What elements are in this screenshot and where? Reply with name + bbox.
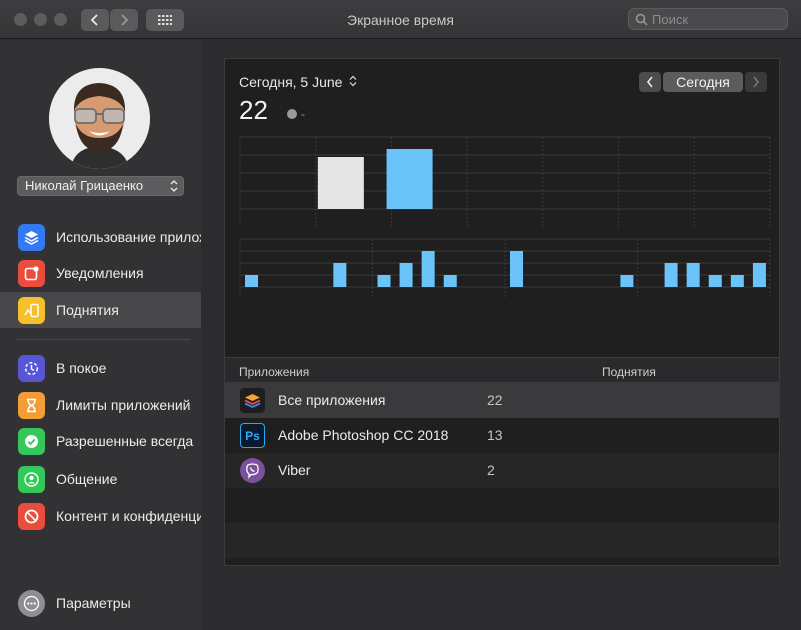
search-icon <box>635 13 648 26</box>
column-header-pickups: Поднятия <box>602 365 656 379</box>
table-row[interactable]: Все приложения 22 <box>225 383 779 418</box>
contact-icon <box>18 465 45 493</box>
sidebar-item-content-privacy[interactable]: Контент и конфиденци <box>0 498 201 534</box>
empty-row <box>225 523 779 558</box>
hourly-bar <box>664 263 678 287</box>
search-field[interactable] <box>628 8 788 30</box>
sidebar-item-label: Параметры <box>56 595 131 611</box>
sidebar-item-always-allowed[interactable]: Разрешенные всегда <box>0 423 201 459</box>
pickup-count: 2 <box>487 462 495 478</box>
sidebar-item-label: Использование прилож <box>56 229 201 245</box>
search-input[interactable] <box>652 11 782 27</box>
hourly-bar <box>245 275 258 287</box>
pickups-panel: Сегодня, 5 June 22 - Сегодня Приложения … <box>224 58 780 566</box>
sidebar-item-label: Поднятия <box>56 302 119 318</box>
weekly-bar <box>317 157 364 209</box>
title-bar: Экранное время <box>0 0 801 39</box>
hourly-bar <box>730 275 744 287</box>
sidebar-item-label: Лимиты приложений <box>56 397 191 413</box>
svg-text:Ps: Ps <box>245 429 260 443</box>
layers-icon <box>18 223 45 251</box>
hourly-bar <box>620 275 634 287</box>
user-name: Николай Грицаенко <box>25 178 144 193</box>
column-header-apps: Приложения <box>239 365 310 379</box>
more-icon <box>18 589 45 617</box>
downtime-icon <box>18 354 45 382</box>
sidebar-item-label: Уведомления <box>56 265 144 281</box>
memoji-avatar-icon <box>49 68 150 169</box>
table-header: Приложения Поднятия <box>225 357 779 383</box>
avatar[interactable] <box>49 68 150 169</box>
photoshop-icon: Ps <box>240 423 265 448</box>
sidebar-item-label: В покое <box>56 360 107 376</box>
user-select[interactable]: Николай Грицаенко <box>17 176 184 196</box>
table-row[interactable]: Ps Adobe Photoshop CC 2018 13 <box>225 418 779 453</box>
empty-row <box>225 488 779 523</box>
app-name: Все приложения <box>278 392 386 408</box>
pickups-chart <box>239 136 771 297</box>
sidebar-divider <box>16 339 190 340</box>
hourly-bar <box>686 263 700 287</box>
pickup-count: 13 <box>487 427 503 443</box>
table-row[interactable]: Viber 2 <box>225 453 779 488</box>
app-name: Adobe Photoshop CC 2018 <box>278 427 449 443</box>
hourly-bar <box>421 251 435 287</box>
sidebar: Николай Грицаенко Использование прилож У… <box>0 40 201 630</box>
sidebar-item-app-limits[interactable]: Лимиты приложений <box>0 387 201 423</box>
hourglass-icon <box>18 391 45 419</box>
sidebar-item-options[interactable]: Параметры <box>0 585 201 621</box>
sidebar-item-label: Общение <box>56 471 118 487</box>
sidebar-item-app-usage[interactable]: Использование прилож <box>0 219 201 255</box>
app-name: Viber <box>278 462 311 478</box>
sidebar-item-label: Контент и конфиденци <box>56 508 201 524</box>
main-content: Сегодня, 5 June 22 - Сегодня Приложения … <box>201 40 801 630</box>
chevron-updown-icon <box>170 180 178 192</box>
checkmark-badge-icon <box>18 427 45 455</box>
hourly-bar <box>510 251 523 287</box>
hourly-bar <box>333 263 347 287</box>
hourly-bar <box>708 275 722 287</box>
sidebar-item-pickups[interactable]: Поднятия <box>0 292 201 328</box>
sidebar-item-communication[interactable]: Общение <box>0 461 201 497</box>
hourly-bar <box>399 263 413 287</box>
pickup-count: 22 <box>487 392 503 408</box>
restriction-icon <box>18 502 45 530</box>
weekly-bar <box>386 149 433 209</box>
sidebar-item-notifications[interactable]: Уведомления <box>0 255 201 291</box>
sidebar-item-downtime[interactable]: В покое <box>0 350 201 386</box>
hourly-bar <box>443 275 457 287</box>
pickups-icon <box>18 296 45 324</box>
all-apps-icon <box>240 388 265 413</box>
notification-icon <box>18 259 45 287</box>
hourly-bar <box>377 275 391 287</box>
sidebar-item-label: Разрешенные всегда <box>56 433 194 449</box>
hourly-bar <box>752 263 766 287</box>
viber-icon <box>240 458 265 483</box>
